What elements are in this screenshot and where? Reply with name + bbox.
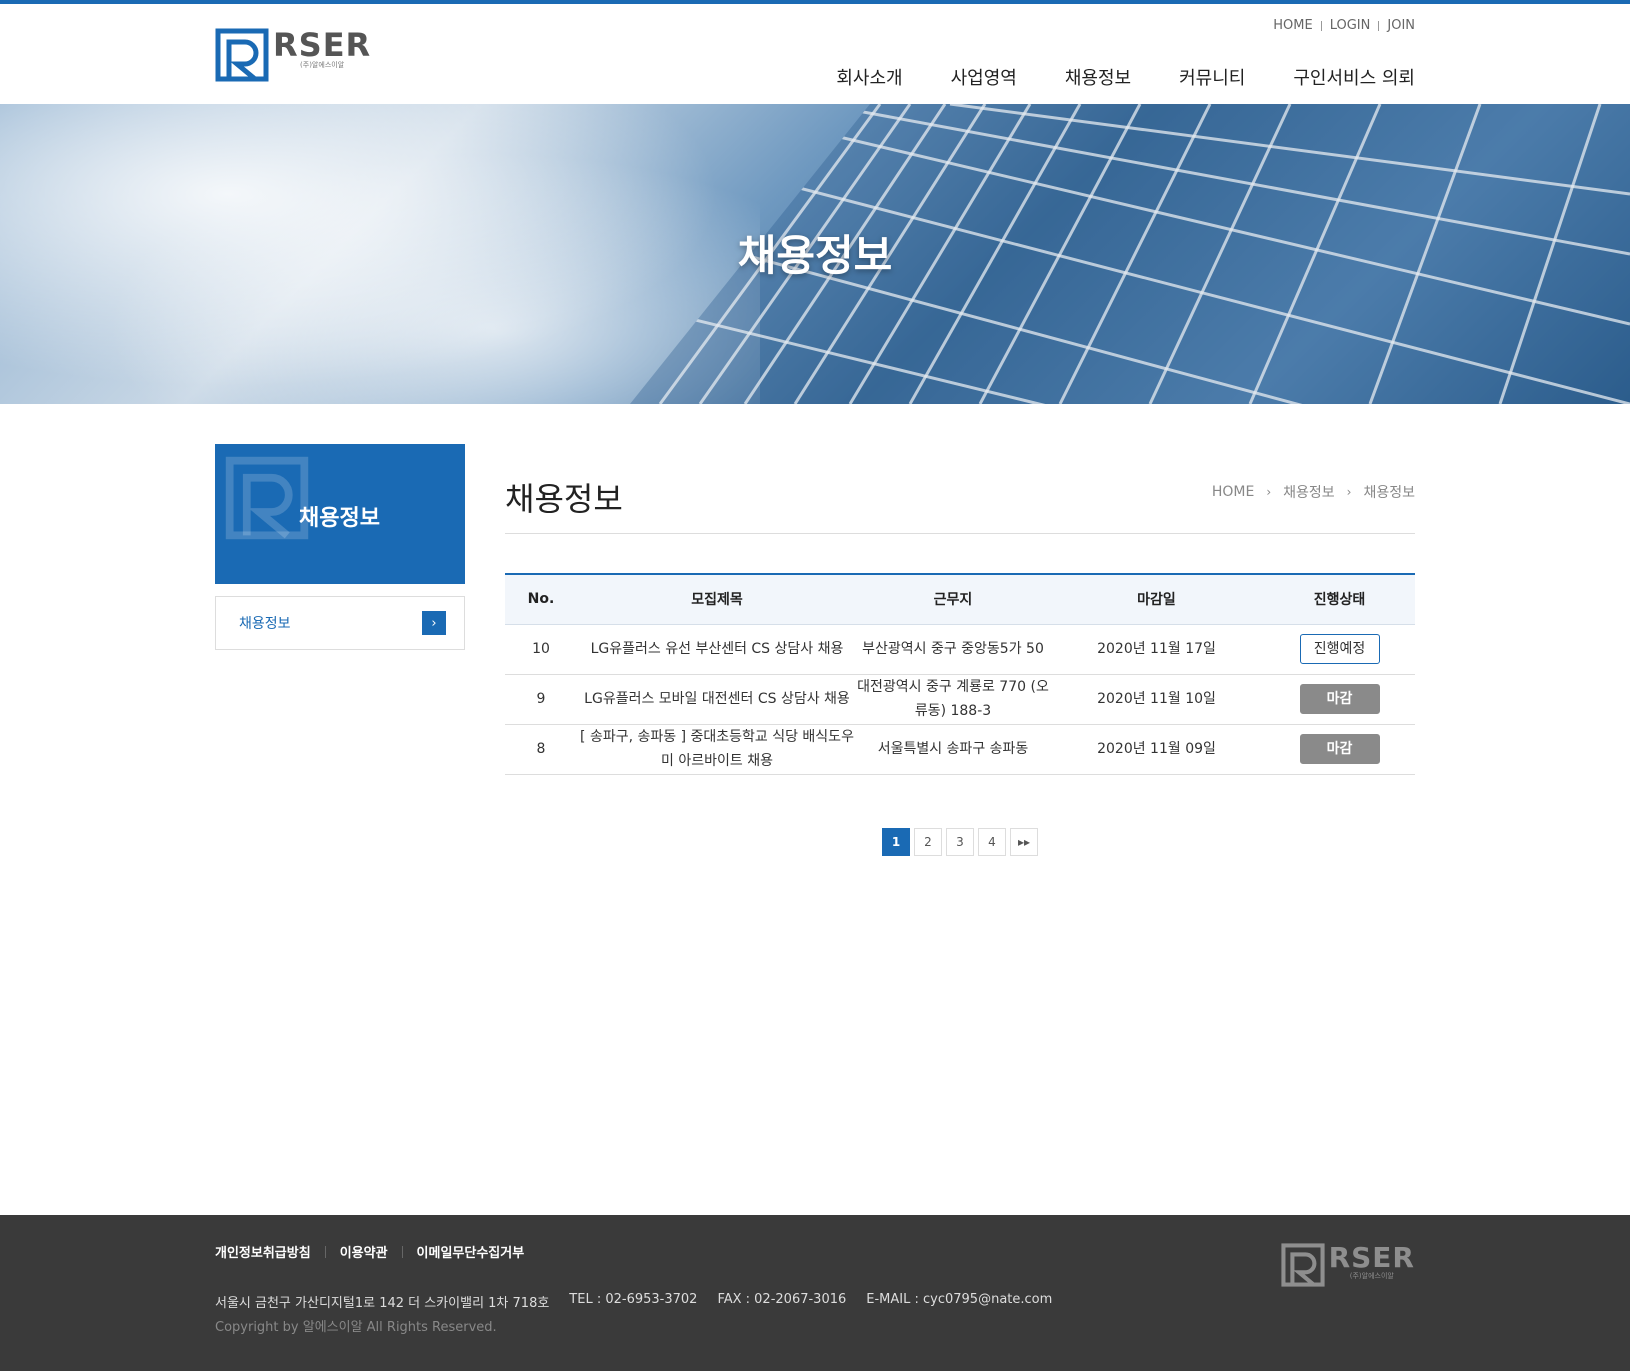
cell-status: 진행예정	[1264, 624, 1415, 675]
sidebar: 채용정보 채용정보 ›	[215, 444, 465, 650]
cell-status: 마감	[1264, 724, 1415, 775]
util-divider	[1378, 20, 1380, 31]
cell-deadline: 2020년 11월 10일	[1049, 674, 1264, 725]
util-home-link[interactable]: HOME	[1273, 18, 1312, 33]
footer-logo-wordmark: RSER	[1328, 1241, 1415, 1274]
pagination: 1 2 3 4 ▸▸	[505, 827, 1415, 856]
page-button-1[interactable]: 1	[882, 827, 910, 856]
page-content: 채용정보 채용정보 › 채용정보 HOME › 채용정보 › 채용정보 No. …	[215, 404, 1415, 1214]
col-header-status: 진행상태	[1264, 574, 1415, 625]
chevron-right-icon: ›	[1266, 485, 1272, 499]
cell-no: 8	[505, 724, 577, 775]
footer-logo-mark-icon	[1280, 1243, 1325, 1287]
cell-no: 9	[505, 674, 577, 725]
footer-links: 개인정보취급방침 이용약관 이메일무단수집거부	[215, 1242, 524, 1261]
footer-copyright: Copyright by 알에스이알 All Rights Reserved.	[215, 1320, 497, 1335]
util-divider	[1320, 20, 1322, 31]
page-button-2[interactable]: 2	[914, 827, 942, 856]
cell-title-link[interactable]: LG유플러스 모바일 대전센터 CS 상담사 채용	[577, 674, 857, 725]
footer-email: E-MAIL : cyc0795@nate.com	[866, 1292, 1053, 1307]
page-button-4[interactable]: 4	[978, 827, 1006, 856]
sidebar-item-label: 채용정보	[239, 616, 291, 632]
footer-tel: TEL : 02-6953-3702	[569, 1292, 698, 1307]
main-section: 채용정보 HOME › 채용정보 › 채용정보 No. 모집제목 근무지 마감일…	[505, 444, 1415, 856]
cell-status: 마감	[1264, 674, 1415, 725]
col-header-no: No.	[505, 574, 577, 625]
nav-item-request[interactable]: 구인서비스 의뢰	[1293, 64, 1415, 90]
table-row[interactable]: 10 LG유플러스 유선 부산센터 CS 상담사 채용 부산광역시 중구 중앙동…	[505, 624, 1415, 675]
site-header: RSER (주)알에스이알 HOME LOGIN JOIN 회사소개 사업영역 …	[215, 4, 1415, 104]
footer-address: 서울시 금천구 가산디지털1로 142 더 스카이밸리 1차 718호	[215, 1296, 550, 1311]
cell-title-link[interactable]: [ 송파구, 송파동 ] 중대초등학교 식당 배식도우미 아르바이트 채용	[577, 724, 857, 775]
nav-item-recruit[interactable]: 채용정보	[1065, 64, 1131, 90]
double-chevron-right-icon[interactable]: ▸▸	[1010, 827, 1038, 856]
util-login-link[interactable]: LOGIN	[1330, 18, 1371, 33]
footer-link-terms[interactable]: 이용약관	[340, 1242, 388, 1261]
main-nav: 회사소개 사업영역 채용정보 커뮤니티 구인서비스 의뢰	[788, 64, 1415, 90]
sidebar-item-recruit[interactable]: 채용정보 ›	[215, 596, 465, 650]
table-row[interactable]: 9 LG유플러스 모바일 대전센터 CS 상담사 채용 대전광역시 중구 계룡로…	[505, 674, 1415, 725]
cell-title-link[interactable]: LG유플러스 유선 부산센터 CS 상담사 채용	[577, 624, 857, 675]
status-badge: 마감	[1299, 734, 1380, 764]
recruit-table: No. 모집제목 근무지 마감일 진행상태 10 LG유플러스 유선 부산센터 …	[505, 573, 1415, 775]
footer-link-email-policy[interactable]: 이메일무단수집거부	[417, 1242, 525, 1261]
hero-title: 채용정보	[737, 231, 893, 280]
footer-divider	[324, 1245, 326, 1258]
cell-location: 대전광역시 중구 계룡로 770 (오류동) 188-3	[857, 674, 1049, 725]
sidebar-logo-watermark-icon	[225, 456, 309, 540]
col-header-location: 근무지	[857, 574, 1049, 625]
cell-deadline: 2020년 11월 17일	[1049, 624, 1264, 675]
sidebar-header: 채용정보	[215, 444, 465, 584]
breadcrumb-home[interactable]: HOME	[1212, 484, 1254, 500]
page-title: 채용정보	[505, 480, 623, 518]
table-header-row: No. 모집제목 근무지 마감일 진행상태	[505, 574, 1415, 625]
page-button-3[interactable]: 3	[946, 827, 974, 856]
table-row[interactable]: 8 [ 송파구, 송파동 ] 중대초등학교 식당 배식도우미 아르바이트 채용 …	[505, 724, 1415, 775]
utility-nav: HOME LOGIN JOIN	[1273, 18, 1415, 33]
hero-banner: 채용정보	[0, 104, 1630, 404]
util-join-link[interactable]: JOIN	[1387, 18, 1415, 33]
breadcrumb-current: 채용정보	[1363, 485, 1415, 501]
footer-fax: FAX : 02-2067-3016	[717, 1292, 847, 1307]
col-header-deadline: 마감일	[1049, 574, 1264, 625]
cell-deadline: 2020년 11월 09일	[1049, 724, 1264, 775]
nav-item-business[interactable]: 사업영역	[951, 64, 1017, 90]
logo-wordmark: RSER	[273, 26, 372, 64]
cell-location: 부산광역시 중구 중앙동5가 50	[857, 624, 1049, 675]
status-badge: 진행예정	[1299, 634, 1380, 664]
chevron-right-icon: ›	[422, 611, 446, 635]
cell-location: 서울특별시 송파구 송파동	[857, 724, 1049, 775]
site-logo[interactable]: RSER (주)알에스이알	[215, 28, 371, 82]
site-footer: 개인정보취급방침 이용약관 이메일무단수집거부 서울시 금천구 가산디지털1로 …	[0, 1215, 1630, 1371]
nav-item-community[interactable]: 커뮤니티	[1179, 64, 1245, 90]
footer-logo: RSER (주)알에스이알	[1280, 1241, 1415, 1287]
breadcrumb-category[interactable]: 채용정보	[1283, 482, 1335, 502]
chevron-right-icon: ›	[1346, 485, 1352, 499]
status-badge: 마감	[1299, 684, 1380, 714]
breadcrumb: HOME › 채용정보 › 채용정보	[1212, 482, 1415, 502]
footer-link-privacy[interactable]: 개인정보취급방침	[215, 1242, 311, 1261]
footer-divider	[401, 1245, 403, 1258]
logo-mark-icon	[215, 28, 269, 82]
nav-item-company[interactable]: 회사소개	[836, 64, 902, 90]
main-header: 채용정보 HOME › 채용정보 › 채용정보	[505, 444, 1415, 534]
cell-no: 10	[505, 624, 577, 675]
col-header-title: 모집제목	[577, 574, 857, 625]
footer-company-info: 서울시 금천구 가산디지털1로 142 더 스카이밸리 1차 718호 TEL …	[215, 1292, 1072, 1311]
sidebar-title: 채용정보	[299, 506, 380, 531]
